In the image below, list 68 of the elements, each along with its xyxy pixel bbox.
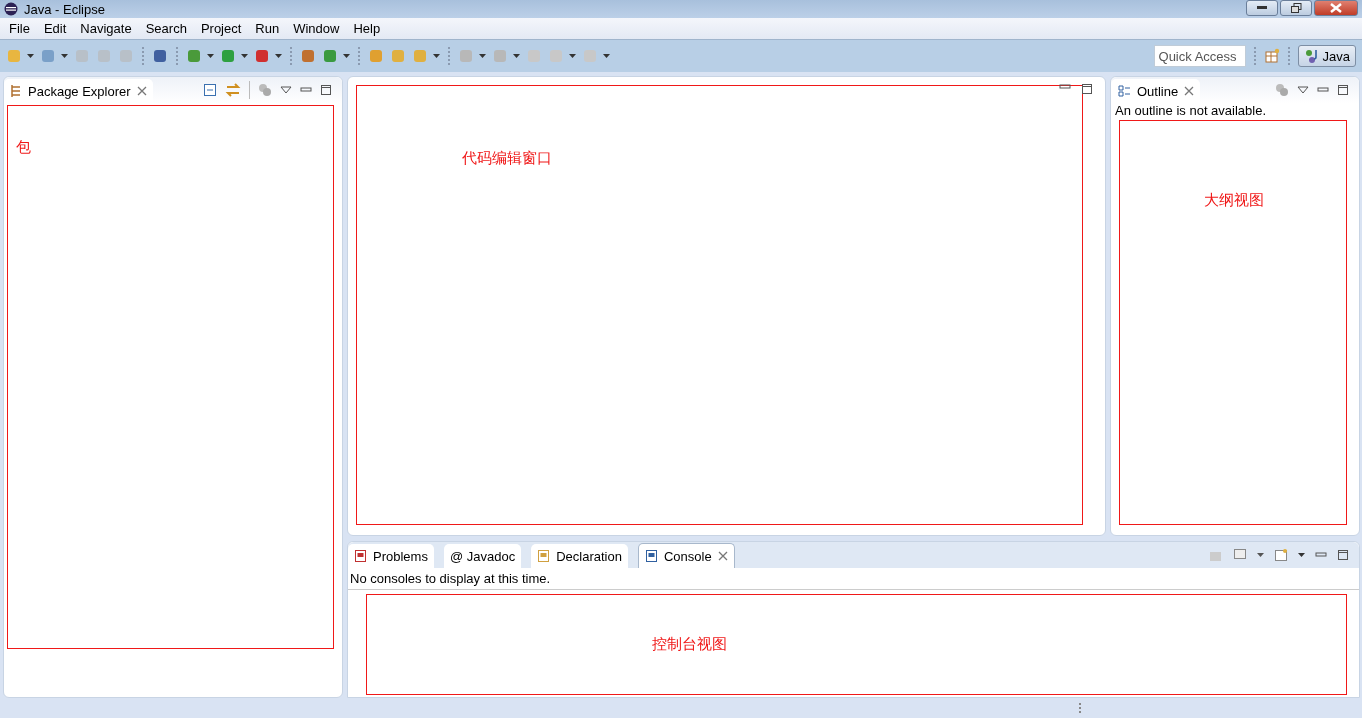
menu-item[interactable]: File: [2, 21, 37, 36]
open-perspective-icon[interactable]: [1263, 48, 1280, 64]
menu-item[interactable]: Run: [248, 21, 287, 36]
annotation-label: 包: [16, 138, 31, 156]
annotation-label: 控制台视图: [652, 635, 727, 653]
outline-icon: [1117, 84, 1131, 98]
console-message: No consoles to display at this time.: [348, 568, 1359, 590]
collapse-all-icon[interactable]: [203, 83, 217, 97]
caret-icon[interactable]: [479, 54, 486, 58]
close-icon[interactable]: [136, 86, 147, 96]
caret-icon[interactable]: [1257, 553, 1264, 557]
view-menu-icon[interactable]: [1297, 86, 1309, 94]
menu-item[interactable]: Help: [346, 21, 388, 36]
java-perspective-icon: [1303, 48, 1320, 64]
view-tab[interactable]: @ Javadoc: [443, 544, 522, 568]
display-console-icon[interactable]: [1233, 548, 1247, 562]
caret-icon[interactable]: [603, 54, 610, 58]
circles-icon[interactable]: [1275, 83, 1289, 97]
view-icon: [537, 549, 551, 563]
caret-icon[interactable]: [241, 54, 248, 58]
close-icon[interactable]: [1184, 86, 1195, 96]
view-tab[interactable]: Declaration: [531, 544, 628, 568]
view-tab[interactable]: Console: [637, 543, 735, 568]
annotation-label: 代码编辑窗口: [462, 149, 552, 167]
minimize-icon[interactable]: [300, 86, 312, 94]
caret-icon[interactable]: [27, 54, 34, 58]
link-with-editor-icon[interactable]: [225, 83, 241, 97]
open-console-icon[interactable]: [1274, 548, 1288, 562]
menu-item[interactable]: Search: [138, 21, 194, 36]
view-icon: [644, 549, 658, 563]
window-title: Java - Eclipse: [24, 1, 105, 17]
menu-item[interactable]: Navigate: [73, 21, 139, 36]
caret-icon[interactable]: [513, 54, 520, 58]
maximize-icon[interactable]: [1081, 83, 1093, 95]
menu-item[interactable]: Project: [193, 21, 249, 36]
caret-icon[interactable]: [1298, 553, 1305, 557]
quick-access-field[interactable]: Quick Access: [1153, 45, 1246, 67]
caret-icon[interactable]: [275, 54, 282, 58]
caret-icon[interactable]: [343, 54, 350, 58]
caret-icon[interactable]: [569, 54, 576, 58]
java-perspective-button[interactable]: Java: [1297, 45, 1356, 67]
restore-button[interactable]: [1280, 0, 1312, 16]
menu-item[interactable]: Window: [286, 21, 347, 36]
minimize-icon[interactable]: [1317, 86, 1329, 94]
minimize-button[interactable]: [1246, 0, 1278, 16]
status-bar-grip: [1079, 703, 1083, 713]
view-tab[interactable]: Problems: [348, 544, 434, 568]
restore-icon: [1290, 3, 1302, 13]
caret-icon[interactable]: [61, 54, 68, 58]
maximize-icon[interactable]: [1337, 84, 1349, 96]
view-menu-icon[interactable]: [280, 86, 292, 94]
view-icon: [354, 549, 367, 563]
close-button[interactable]: [1314, 0, 1358, 16]
close-icon[interactable]: [717, 551, 728, 561]
close-icon: [1330, 3, 1342, 13]
minimize-icon[interactable]: [1315, 551, 1327, 559]
minimize-icon: [1257, 6, 1267, 10]
menu-item[interactable]: Edit: [36, 21, 74, 36]
maximize-icon[interactable]: [1337, 549, 1349, 561]
caret-icon[interactable]: [433, 54, 440, 58]
maximize-icon[interactable]: [320, 84, 332, 96]
minimize-icon[interactable]: [1059, 83, 1071, 91]
eclipse-logo-icon: [4, 2, 18, 16]
caret-icon[interactable]: [207, 54, 214, 58]
package-tree-icon: [10, 84, 22, 98]
annotation-label: 大纲视图: [1204, 191, 1264, 209]
outline-message: An outline is not available.: [1114, 103, 1268, 118]
circles-icon[interactable]: [258, 83, 272, 97]
